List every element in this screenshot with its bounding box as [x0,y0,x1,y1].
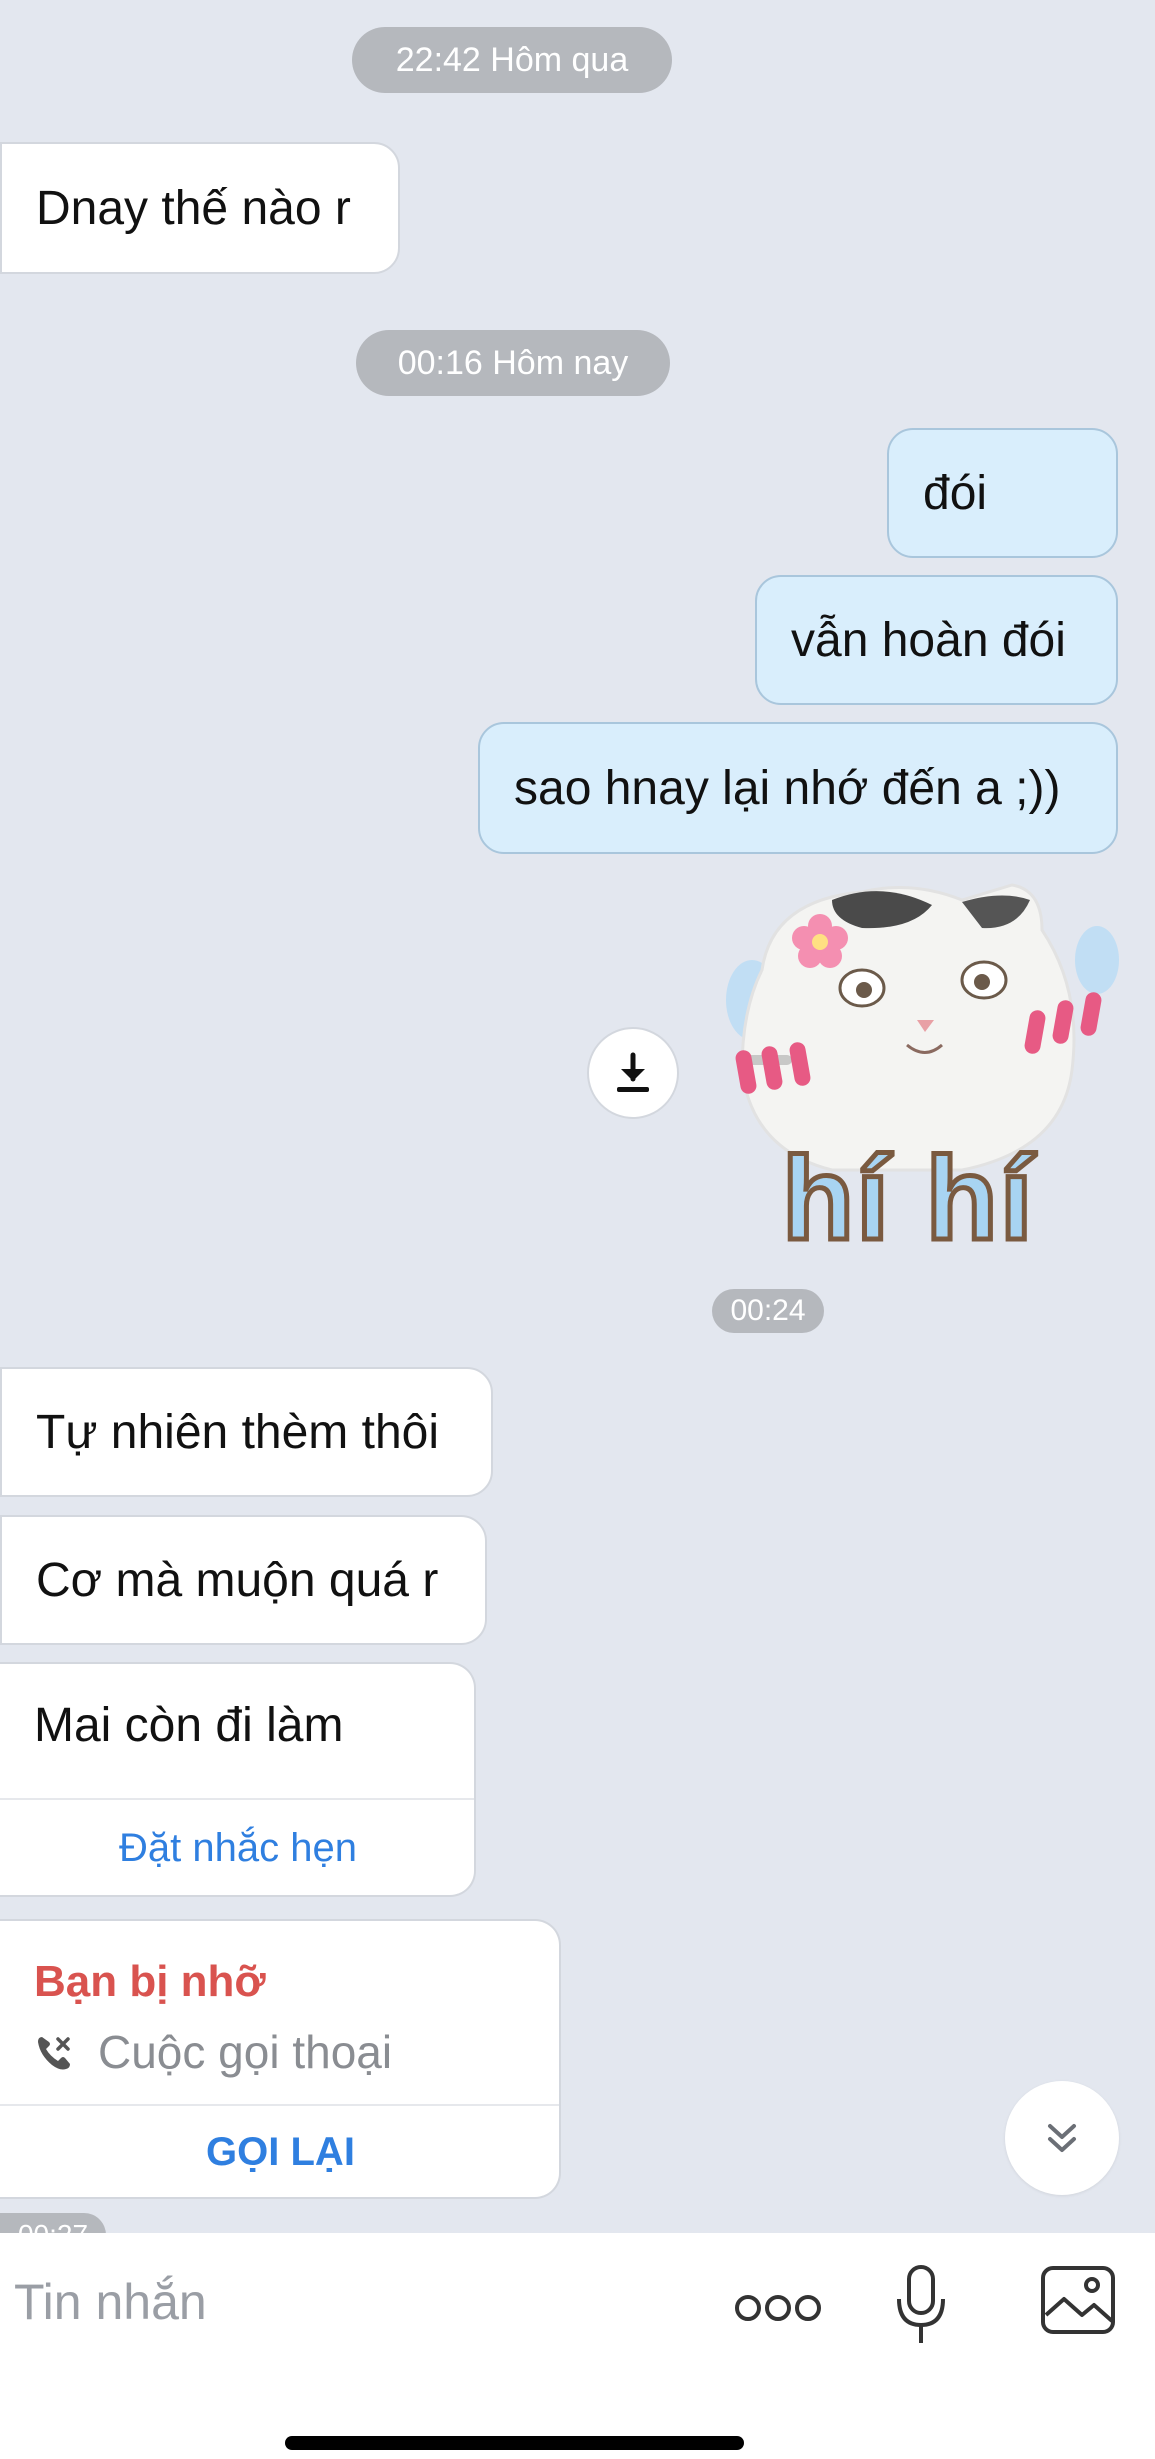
set-reminder-button[interactable]: Đặt nhắc hẹn [0,1800,476,1897]
date-separator-label: 00:16 Hôm nay [397,343,629,382]
more-dots-icon [735,2295,821,2321]
outgoing-message[interactable]: đói [887,428,1118,558]
microphone-button[interactable] [893,2263,949,2347]
missed-call-card[interactable]: Bạn bị nhỡ Cuộc gọi thoại GỌI LẠI [0,1919,561,2199]
message-text: Cơ mà muộn quá r [36,1553,439,1607]
message-text: Dnay thế nào r [36,181,351,235]
message-text: Mai còn đi làm [34,1699,344,1752]
message-text: đói [923,466,988,520]
scroll-to-bottom-button[interactable] [1005,2081,1119,2195]
missed-call-subtitle: Cuộc gọi thoại [98,2026,393,2078]
message-timestamp: 00:24 [712,1289,824,1333]
missed-call-icon [38,2037,70,2070]
image-icon [1041,2266,1115,2334]
message-text: vẫn hoàn đói [791,613,1066,667]
message-text: Tự nhiên thèm thôi [36,1405,440,1459]
incoming-message[interactable]: Dnay thế nào r [0,142,400,274]
download-button[interactable] [587,1027,679,1119]
composer-bar: Tin nhắn [0,2233,1155,2459]
double-chevron-down-icon [1048,2124,1076,2152]
date-separator: 22:42 Hôm qua [352,27,672,93]
more-button[interactable] [733,2288,823,2328]
cat-sticker[interactable]: hí hí [712,870,1128,1270]
download-icon [617,1052,649,1092]
incoming-message[interactable]: Tự nhiên thèm thôi [0,1367,493,1497]
message-text: sao hnay lại nhớ đến a ;)) [514,761,1061,815]
image-button[interactable] [1040,2265,1116,2335]
missed-call-title: Bạn bị nhỡ [34,1957,266,2006]
microphone-icon [897,2265,945,2343]
outgoing-message[interactable]: vẫn hoàn đói [755,575,1118,705]
incoming-message[interactable]: Cơ mà muộn quá r [0,1515,487,1645]
sticker-caption: hí hí [780,1133,1036,1265]
home-indicator [285,2436,744,2450]
timestamp-label: 00:24 [730,1294,806,1327]
outgoing-message[interactable]: sao hnay lại nhớ đến a ;)) [478,722,1118,854]
date-separator: 00:16 Hôm nay [356,330,670,396]
incoming-message-with-reminder[interactable]: Mai còn đi làm Đặt nhắc hẹn [0,1662,476,1897]
message-input[interactable]: Tin nhắn [14,2273,207,2331]
date-separator-label: 22:42 Hôm qua [395,40,629,79]
call-back-button[interactable]: GỌI LẠI [0,2106,561,2199]
